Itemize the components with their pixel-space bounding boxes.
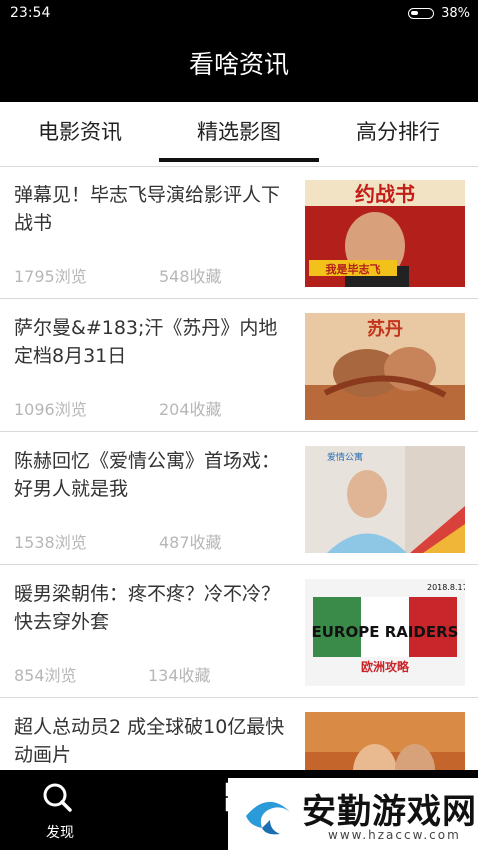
search-icon — [43, 783, 72, 812]
article-thumbnail: 爱情公寓 — [305, 446, 465, 553]
article-title: 萨尔曼&#183;汗《苏丹》内地定档8月31日 — [14, 317, 278, 367]
tab-label: 精选影图 — [197, 120, 281, 144]
list-item[interactable]: 超人总动员2 成全球破10亿最快动画片 — [0, 699, 478, 770]
battery-icon — [408, 8, 434, 19]
list-item[interactable]: 弹幕见！毕志飞导演给影评人下战书 1795浏览 548收藏 约战书 我是毕志飞 — [0, 167, 478, 299]
article-thumbnail: 约战书 我是毕志飞 — [305, 180, 465, 287]
poster-subtitle: 欧洲攻略 — [361, 659, 410, 674]
nav-discover[interactable]: 发现 — [0, 770, 120, 850]
watermark: 安勤游戏网 www.hzaccw.com — [228, 778, 478, 850]
article-title: 超人总动员2 成全球破10亿最快动画片 — [14, 716, 285, 766]
article-title: 弹幕见！毕志飞导演给影评人下战书 — [14, 184, 281, 234]
article-thumbnail: 2018.8.17 EUROPE RAIDERS 欧洲攻略 — [305, 579, 465, 686]
favorite-count: 204收藏 — [159, 400, 222, 419]
article-title: 暖男梁朝伟：疼不疼？冷不冷？快去穿外套 — [14, 583, 281, 633]
article-thumbnail: 苏丹 — [305, 313, 465, 420]
watermark-url: www.hzaccw.com — [328, 828, 461, 842]
status-bar: 23:54 38% — [0, 0, 478, 28]
watermark-title: 安勤游戏网 — [302, 792, 477, 832]
article-meta: 854浏览 134收藏 — [14, 662, 211, 686]
article-meta: 1538浏览 487收藏 — [14, 529, 222, 553]
favorite-count: 487收藏 — [159, 533, 222, 552]
tab-top-rated[interactable]: 高分排行 — [318, 102, 478, 166]
poster-title: 约战书 — [355, 182, 415, 206]
poster-caption: 我是毕志飞 — [326, 262, 381, 276]
favorite-count: 548收藏 — [159, 267, 222, 286]
status-time: 23:54 — [10, 5, 51, 21]
tab-bar: 电影资讯 精选影图 高分排行 — [0, 102, 478, 167]
article-title: 陈赫回忆《爱情公寓》首场戏：好男人就是我 — [14, 450, 281, 500]
poster-title: 苏丹 — [367, 318, 403, 340]
tab-movie-news[interactable]: 电影资讯 — [0, 102, 160, 166]
view-count: 1096浏览 — [14, 400, 87, 419]
list-item[interactable]: 陈赫回忆《爱情公寓》首场戏：好男人就是我 1538浏览 487收藏 爱情公寓 — [0, 433, 478, 565]
view-count: 854浏览 — [14, 666, 77, 685]
article-meta: 1795浏览 548收藏 — [14, 263, 222, 287]
view-count: 1538浏览 — [14, 533, 87, 552]
app-header: 看啥资讯 — [0, 28, 478, 102]
tab-label: 电影资讯 — [38, 120, 122, 144]
tab-label: 高分排行 — [356, 120, 440, 144]
list-item[interactable]: 萨尔曼&#183;汗《苏丹》内地定档8月31日 1096浏览 204收藏 苏丹 — [0, 300, 478, 432]
active-tab-indicator — [159, 158, 319, 162]
battery-percent: 38% — [441, 6, 470, 21]
favorite-count: 134收藏 — [148, 666, 211, 685]
poster-title: 爱情公寓 — [327, 451, 363, 463]
article-meta: 1096浏览 204收藏 — [14, 396, 222, 420]
article-thumbnail — [305, 712, 465, 770]
nav-label: 发现 — [46, 825, 74, 841]
tab-featured-images[interactable]: 精选影图 — [159, 102, 319, 166]
watermark-logo-icon — [246, 801, 290, 835]
view-count: 1795浏览 — [14, 267, 87, 286]
poster-title: EUROPE RAIDERS — [312, 623, 459, 641]
list-item[interactable]: 暖男梁朝伟：疼不疼？冷不冷？快去穿外套 854浏览 134收藏 2018.8.1… — [0, 566, 478, 698]
article-list[interactable]: 弹幕见！毕志飞导演给影评人下战书 1795浏览 548收藏 约战书 我是毕志飞 … — [0, 167, 478, 770]
poster-date: 2018.8.17 — [427, 583, 465, 592]
page-title: 看啥资讯 — [188, 50, 289, 79]
